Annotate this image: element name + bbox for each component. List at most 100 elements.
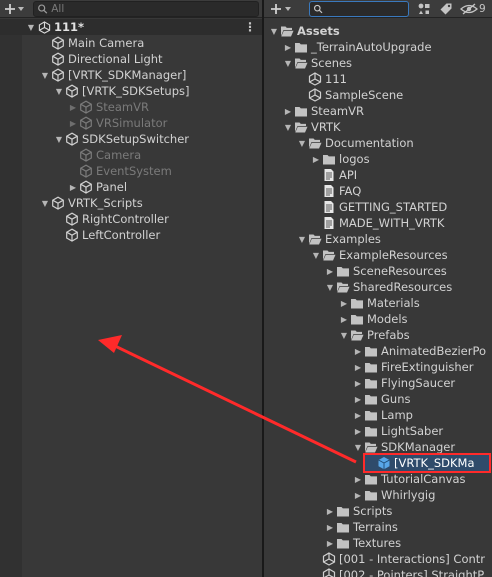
expand-arrow-closed-icon[interactable]: ▶ xyxy=(67,115,79,131)
project-item[interactable]: ▶ Lamp xyxy=(352,407,413,423)
project-item[interactable]: ▼ Examples xyxy=(296,231,381,247)
hidden-packages-toggle[interactable]: 9 xyxy=(460,0,492,18)
expand-arrow-closed-icon[interactable]: ▶ xyxy=(282,103,294,119)
expand-arrow-open-icon[interactable]: ▼ xyxy=(39,195,51,211)
expand-arrow-closed-icon[interactable]: ▶ xyxy=(67,99,79,115)
expand-arrow-closed-icon[interactable]: ▶ xyxy=(67,179,79,195)
hierarchy-item[interactable]: ▶ Panel xyxy=(67,179,127,195)
project-item[interactable]: ▶ Models xyxy=(338,311,408,327)
expand-arrow-closed-icon[interactable]: ▶ xyxy=(324,503,336,519)
expand-arrow-open-icon[interactable]: ▼ xyxy=(39,67,51,83)
expand-arrow-closed-icon[interactable]: ▶ xyxy=(324,263,336,279)
scene-menu-icon[interactable]: ⋮ xyxy=(244,19,256,35)
expand-arrow-closed-icon[interactable]: ▶ xyxy=(310,151,322,167)
project-item[interactable]: ▶ Materials xyxy=(338,295,420,311)
project-item[interactable]: [001 - Interactions] Contr xyxy=(310,551,485,567)
expand-arrow-open-icon[interactable]: ▼ xyxy=(282,119,294,135)
project-item[interactable]: ▶ logos xyxy=(310,151,370,167)
project-item[interactable]: ▼ Assets xyxy=(268,23,340,39)
hierarchy-search-field[interactable] xyxy=(33,1,259,17)
expand-arrow-open-icon[interactable]: ▼ xyxy=(25,19,37,35)
hierarchy-item[interactable]: LeftController xyxy=(53,227,160,243)
project-item[interactable]: ▶ FireExtinguisher xyxy=(352,359,474,375)
project-item[interactable]: API xyxy=(310,167,357,183)
hierarchy-search-input[interactable] xyxy=(48,3,258,15)
create-dropdown-button[interactable] xyxy=(3,0,27,18)
project-item[interactable]: [VRTK_SDKMa xyxy=(363,453,491,473)
expand-arrow-closed-icon[interactable]: ▶ xyxy=(338,295,350,311)
project-search-input[interactable] xyxy=(323,3,408,15)
hierarchy-item[interactable]: Main Camera xyxy=(39,35,144,51)
expand-arrow-closed-icon[interactable]: ▶ xyxy=(352,359,364,375)
project-item-label: TutorialCanvas xyxy=(381,472,466,486)
project-item[interactable]: ▶ LightSaber xyxy=(352,423,443,439)
expand-arrow-open-icon[interactable]: ▼ xyxy=(53,83,65,99)
project-item[interactable]: ▶ Textures xyxy=(324,535,401,551)
project-item[interactable]: ▶ FlyingSaucer xyxy=(352,375,455,391)
scene-header[interactable]: ▼ 111* ⋮ xyxy=(0,19,262,35)
hierarchy-item[interactable]: RightController xyxy=(53,211,169,227)
hierarchy-item[interactable]: EventSystem xyxy=(67,163,172,179)
gameobject-icon xyxy=(79,148,93,162)
hierarchy-item[interactable]: Camera xyxy=(67,147,141,163)
project-item[interactable]: ▶ AnimatedBezierPo xyxy=(352,343,486,359)
expand-arrow-open-icon[interactable]: ▼ xyxy=(53,131,65,147)
search-by-type-button[interactable] xyxy=(414,0,434,18)
expand-arrow-closed-icon[interactable]: ▶ xyxy=(352,375,364,391)
expand-arrow-open-icon[interactable]: ▼ xyxy=(352,439,364,455)
project-item[interactable]: SampleScene xyxy=(296,87,403,103)
project-item-label: SampleScene xyxy=(325,88,404,102)
expand-arrow-open-icon[interactable]: ▼ xyxy=(268,23,280,39)
project-search-field[interactable] xyxy=(309,1,409,17)
expand-arrow-open-icon[interactable]: ▼ xyxy=(310,247,322,263)
project-item[interactable]: 111 xyxy=(296,71,347,87)
hierarchy-item[interactable]: ▶ VRSimulator xyxy=(67,115,167,131)
hierarchy-item[interactable]: Directional Light xyxy=(39,51,163,67)
expand-arrow-closed-icon[interactable]: ▶ xyxy=(352,407,364,423)
project-item[interactable]: ▶ TutorialCanvas xyxy=(352,471,466,487)
expand-arrow-open-icon[interactable]: ▼ xyxy=(324,279,336,295)
expand-arrow-closed-icon[interactable]: ▶ xyxy=(352,343,364,359)
project-item[interactable]: [002 - Pointers] StraightP xyxy=(310,567,484,577)
expand-arrow-closed-icon[interactable]: ▶ xyxy=(324,519,336,535)
project-item[interactable]: ▼ Scenes xyxy=(282,55,352,71)
project-item[interactable]: ▼ SDKManager xyxy=(352,439,455,455)
project-item-label: Prefabs xyxy=(367,328,410,342)
project-item[interactable]: MADE_WITH_VRTK xyxy=(310,215,444,231)
expand-arrow-closed-icon[interactable]: ▶ xyxy=(282,39,294,55)
project-item[interactable]: ▶ Scripts xyxy=(324,503,392,519)
project-item[interactable]: ▶ _TerrainAutoUpgrade xyxy=(282,39,432,55)
search-by-label-button[interactable] xyxy=(436,0,456,18)
expand-arrow-closed-icon[interactable]: ▶ xyxy=(352,391,364,407)
project-item[interactable]: ▼ Prefabs xyxy=(338,327,410,343)
project-item[interactable]: ▼ VRTK xyxy=(282,119,341,135)
expand-arrow-closed-icon[interactable]: ▶ xyxy=(324,535,336,551)
expand-arrow-open-icon[interactable]: ▼ xyxy=(296,231,308,247)
expand-arrow-open-icon[interactable]: ▼ xyxy=(296,135,308,151)
hierarchy-item[interactable]: ▼ SDKSetupSwitcher xyxy=(53,131,189,147)
project-item[interactable]: ▶ Guns xyxy=(352,391,411,407)
hierarchy-item[interactable]: ▶ SteamVR xyxy=(67,99,149,115)
project-item[interactable]: ▶ SteamVR xyxy=(282,103,364,119)
expand-arrow-closed-icon[interactable]: ▶ xyxy=(352,471,364,487)
expand-arrow-open-icon[interactable]: ▼ xyxy=(282,55,294,71)
no-arrow-spacer xyxy=(53,211,65,227)
project-item[interactable]: FAQ xyxy=(310,183,361,199)
project-item-label: Examples xyxy=(325,232,381,246)
project-item[interactable]: ▼ ExampleResources xyxy=(310,247,448,263)
project-item[interactable]: ▶ Terrains xyxy=(324,519,398,535)
expand-arrow-closed-icon[interactable]: ▶ xyxy=(352,487,364,503)
expand-arrow-closed-icon[interactable]: ▶ xyxy=(338,311,350,327)
project-create-button[interactable] xyxy=(267,0,297,18)
gameobject-icon xyxy=(79,100,93,114)
project-item[interactable]: ▶ Whirlygig xyxy=(352,487,435,503)
hierarchy-item[interactable]: ▼ [VRTK_SDKSetups] xyxy=(53,83,190,99)
expand-arrow-closed-icon[interactable]: ▶ xyxy=(352,423,364,439)
project-item[interactable]: ▶ SceneResources xyxy=(324,263,447,279)
project-item[interactable]: ▼ SharedResources xyxy=(324,279,452,295)
expand-arrow-open-icon[interactable]: ▼ xyxy=(338,327,350,343)
hierarchy-item[interactable]: ▼ VRTK_Scripts xyxy=(39,195,143,211)
project-item[interactable]: ▼ Documentation xyxy=(296,135,414,151)
project-item[interactable]: GETTING_STARTED xyxy=(310,199,447,215)
hierarchy-item[interactable]: ▼ [VRTK_SDKManager] xyxy=(39,67,187,83)
